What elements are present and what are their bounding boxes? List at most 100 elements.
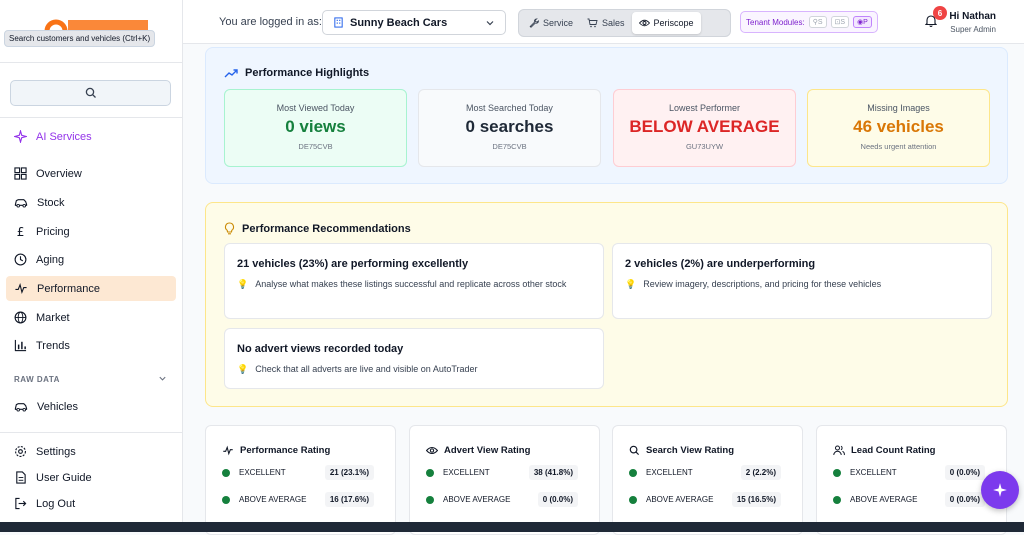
user-greeting[interactable]: Hi Nathan bbox=[949, 11, 996, 22]
svg-text:£: £ bbox=[17, 225, 25, 238]
rating-row: ABOVE AVERAGE 15 (16.5%) bbox=[629, 492, 789, 507]
recommendation-detail: Review imagery, descriptions, and pricin… bbox=[643, 279, 882, 289]
stat-sub: DE75CVB bbox=[492, 142, 527, 151]
stat-sub: DE75CVB bbox=[298, 142, 333, 151]
tenant-select[interactable]: Sunny Beach Cars bbox=[322, 10, 506, 35]
rating-value: 0 (0.0%) bbox=[944, 492, 985, 507]
sidebar-item-label: Log Out bbox=[36, 497, 76, 510]
status-dot bbox=[426, 468, 434, 477]
sidebar-divider bbox=[0, 117, 183, 118]
lightbulb-icon: 💡 bbox=[237, 279, 249, 289]
rating-row: EXCELLENT 2 (2.2%) bbox=[629, 465, 789, 480]
rating-title-row: Search View Rating bbox=[629, 445, 734, 456]
mode-switcher: Service Sales Periscope bbox=[518, 9, 731, 37]
os-dock bbox=[0, 522, 1024, 532]
advert-view-rating-card: Advert View Rating EXCELLENT 38 (41.8%) A… bbox=[409, 425, 600, 535]
rating-value: 2 (2.2%) bbox=[740, 465, 781, 480]
sidebar-divider bbox=[0, 62, 183, 63]
trending-up-icon bbox=[224, 69, 238, 78]
sparkle-icon bbox=[993, 483, 1007, 497]
rating-title: Performance Rating bbox=[240, 445, 331, 456]
cart-icon bbox=[587, 18, 598, 28]
status-dot bbox=[833, 468, 841, 477]
rating-value: 16 (17.6%) bbox=[324, 492, 374, 507]
sidebar-item-pricing[interactable]: £ Pricing bbox=[6, 219, 176, 244]
sidebar-item-settings[interactable]: Settings bbox=[6, 439, 176, 464]
gear-icon bbox=[15, 446, 26, 457]
sidebar-item-overview[interactable]: Overview bbox=[6, 161, 176, 186]
rating-title: Search View Rating bbox=[646, 445, 734, 456]
sidebar-search-button[interactable] bbox=[10, 80, 171, 106]
lead-count-rating-card: Lead Count Rating EXCELLENT 0 (0.0%) ABOV… bbox=[816, 425, 1007, 535]
mode-periscope[interactable]: Periscope bbox=[631, 12, 701, 34]
mode-label: Periscope bbox=[653, 18, 694, 28]
performance-highlights-card: Performance Highlights Most Viewed Today… bbox=[205, 47, 1008, 184]
rating-title-row: Performance Rating bbox=[222, 445, 330, 456]
mode-service[interactable]: Service bbox=[522, 12, 580, 34]
stat-label: Lowest Performer bbox=[668, 103, 741, 113]
rating-value: 0 (0.0%) bbox=[944, 465, 985, 480]
module-periscope-badge: ◉P bbox=[853, 16, 872, 28]
recommendations-title: Performance Recommendations bbox=[242, 222, 411, 235]
activity-icon bbox=[223, 445, 233, 456]
dashboard-icon bbox=[14, 167, 27, 180]
sidebar-divider bbox=[0, 432, 183, 433]
rating-value: 21 (23.1%) bbox=[324, 465, 374, 480]
sidebar-item-user-guide[interactable]: User Guide bbox=[6, 465, 176, 490]
module-letter: S bbox=[817, 19, 823, 26]
status-dot bbox=[222, 468, 230, 477]
sidebar-item-label: Settings bbox=[36, 445, 76, 458]
sidebar-item-label: Trends bbox=[36, 339, 70, 352]
bar-chart-icon bbox=[14, 339, 27, 352]
car-icon bbox=[14, 403, 28, 412]
status-dot bbox=[629, 495, 637, 504]
recommendation-item: 21 vehicles (23%) are performing excelle… bbox=[224, 243, 604, 319]
sidebar-item-ai-services[interactable]: AI Services bbox=[6, 124, 176, 149]
stat-lowest-performer: Lowest Performer BELOW AVERAGE GU73UYW bbox=[613, 89, 796, 167]
search-view-rating-card: Search View Rating EXCELLENT 2 (2.2%) ABO… bbox=[612, 425, 803, 535]
chevron-down-icon[interactable] bbox=[158, 374, 167, 383]
globe-icon bbox=[14, 311, 27, 324]
clock-icon bbox=[14, 253, 27, 266]
sidebar-item-market[interactable]: Market bbox=[6, 305, 176, 330]
sparkle-icon bbox=[14, 130, 27, 143]
rating-value: 0 (0.0%) bbox=[537, 492, 578, 507]
status-dot bbox=[629, 468, 637, 477]
recommendation-item: 2 vehicles (2%) are underperforming 💡 Rev… bbox=[612, 243, 992, 319]
activity-icon bbox=[15, 282, 27, 295]
highlights-title: Performance Highlights bbox=[245, 67, 370, 79]
rating-row: ABOVE AVERAGE 0 (0.0%) bbox=[426, 492, 586, 507]
lightbulb-icon: 💡 bbox=[237, 364, 249, 374]
mode-label: Sales bbox=[602, 18, 625, 28]
rating-title-row: Advert View Rating bbox=[426, 445, 530, 456]
rating-row: EXCELLENT 21 (23.1%) bbox=[222, 465, 382, 480]
recommendation-heading: 21 vehicles (23%) are performing excelle… bbox=[237, 258, 469, 270]
mode-sales[interactable]: Sales bbox=[580, 12, 632, 34]
recommendation-detail: Analyse what makes these listings succes… bbox=[255, 279, 567, 289]
sidebar-item-performance[interactable]: Performance bbox=[6, 276, 176, 301]
status-dot bbox=[833, 495, 841, 504]
recommendation-detail-row: 💡 Review imagery, descriptions, and prici… bbox=[625, 278, 979, 292]
building-icon bbox=[334, 17, 343, 28]
sidebar-item-log-out[interactable]: Log Out bbox=[6, 491, 176, 516]
module-letter: P bbox=[863, 19, 868, 26]
ai-assistant-button[interactable] bbox=[981, 471, 1019, 509]
search-icon bbox=[85, 87, 96, 98]
rating-label: ABOVE AVERAGE bbox=[239, 495, 307, 504]
sidebar-item-stock[interactable]: Stock bbox=[6, 190, 176, 215]
rating-title: Advert View Rating bbox=[444, 445, 531, 456]
tenant-modules: Tenant Modules: ⚲S ⊡S ◉P bbox=[740, 11, 878, 33]
sidebar-item-vehicles[interactable]: Vehicles bbox=[6, 394, 176, 419]
highlights-title-row: Performance Highlights bbox=[224, 67, 369, 79]
rating-value: 15 (16.5%) bbox=[731, 492, 781, 507]
rating-label: EXCELLENT bbox=[239, 468, 286, 477]
search-tooltip: Search customers and vehicles (Ctrl+K) bbox=[4, 30, 156, 47]
mode-label: Service bbox=[543, 18, 574, 28]
status-dot bbox=[426, 495, 434, 504]
sidebar-item-aging[interactable]: Aging bbox=[6, 247, 176, 272]
recommendation-detail-row: 💡 Check that all adverts are live and vis… bbox=[237, 363, 591, 377]
sidebar-item-trends[interactable]: Trends bbox=[6, 333, 176, 358]
rating-label: EXCELLENT bbox=[443, 468, 490, 477]
recommendation-detail: Check that all adverts are live and visi… bbox=[255, 364, 478, 374]
module-sales-badge: ⊡S bbox=[830, 16, 850, 28]
